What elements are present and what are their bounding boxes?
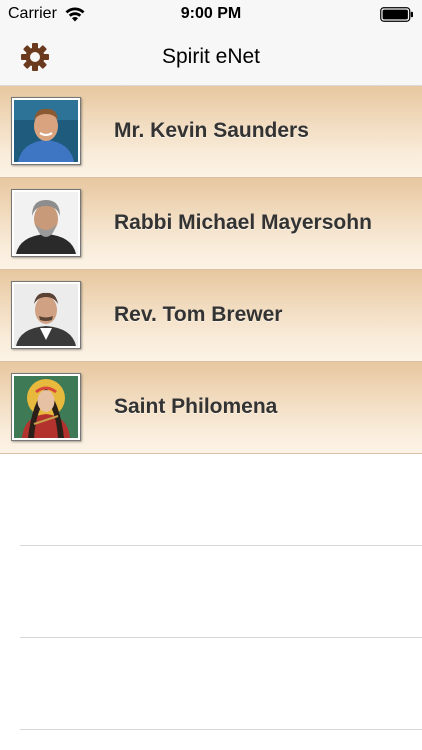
status-bar: Carrier 9:00 PM xyxy=(0,0,422,30)
list-item[interactable]: Rabbi Michael Mayersohn xyxy=(0,178,422,270)
navigation-bar: Spirit eNet xyxy=(0,30,422,86)
contact-name: Saint Philomena xyxy=(114,395,278,418)
empty-row xyxy=(0,638,422,730)
contact-name: Mr. Kevin Saunders xyxy=(114,119,309,142)
contact-name: Rabbi Michael Mayersohn xyxy=(114,211,372,234)
list-item[interactable]: Mr. Kevin Saunders xyxy=(0,86,422,178)
page-title: Spirit eNet xyxy=(161,45,261,68)
contact-list: Mr. Kevin Saunders Rabbi Michael Mayerso… xyxy=(0,86,422,730)
list-item[interactable]: Rev. Tom Brewer xyxy=(0,270,422,362)
contact-name: Rev. Tom Brewer xyxy=(114,303,283,326)
avatar xyxy=(11,281,81,349)
status-time: 9:00 PM xyxy=(180,5,242,22)
avatar xyxy=(11,97,81,165)
avatar xyxy=(11,373,81,441)
avatar xyxy=(11,189,81,257)
battery-icon xyxy=(380,7,413,22)
app-screen: Carrier 9:00 PM Spirit eNet Mr. Kevin Sa… xyxy=(0,0,422,750)
empty-row xyxy=(0,546,422,638)
empty-row xyxy=(0,454,422,546)
list-item[interactable]: Saint Philomena xyxy=(0,362,422,454)
row-separator xyxy=(20,729,422,730)
